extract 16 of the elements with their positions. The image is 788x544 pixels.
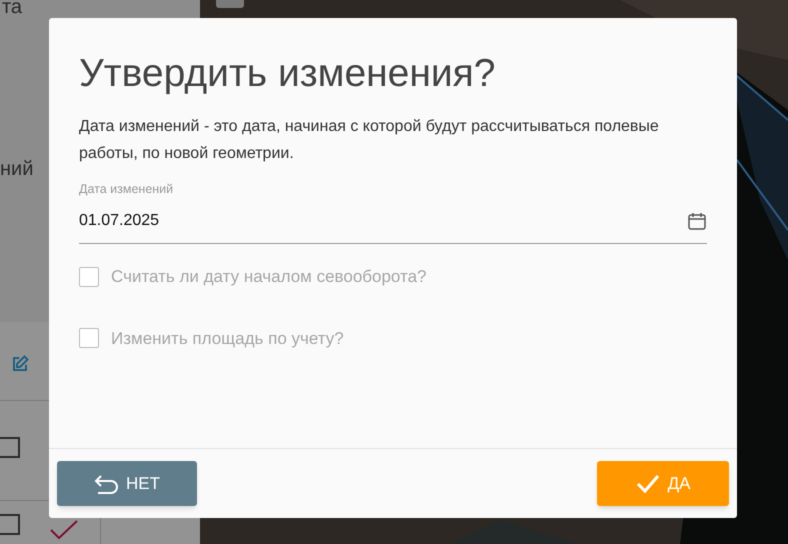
undo-icon xyxy=(94,474,120,494)
checkbox[interactable] xyxy=(0,514,20,535)
check-icon xyxy=(636,474,660,494)
checkbox-label: Считать ли дату началом севооборота? xyxy=(111,266,427,288)
checkbox-label: Изменить площадь по учету? xyxy=(111,328,344,350)
checkbox[interactable] xyxy=(79,328,99,348)
panel-text: та xyxy=(2,0,22,20)
calendar-icon[interactable] xyxy=(687,211,707,231)
check-icon xyxy=(50,520,78,540)
panel-text: ний xyxy=(0,157,34,182)
checkbox[interactable] xyxy=(0,437,20,458)
checkbox[interactable] xyxy=(79,266,99,287)
dialog-title: Утвердить изменения? xyxy=(79,51,496,97)
no-button[interactable]: НЕТ xyxy=(57,461,197,506)
date-field[interactable]: Дата изменений 01.07.2025 xyxy=(79,181,707,244)
dialog-description: Дата изменений - это дата, начиная с которой будут рассчитываться полевые работы, по новой геометрии. xyxy=(79,117,660,164)
